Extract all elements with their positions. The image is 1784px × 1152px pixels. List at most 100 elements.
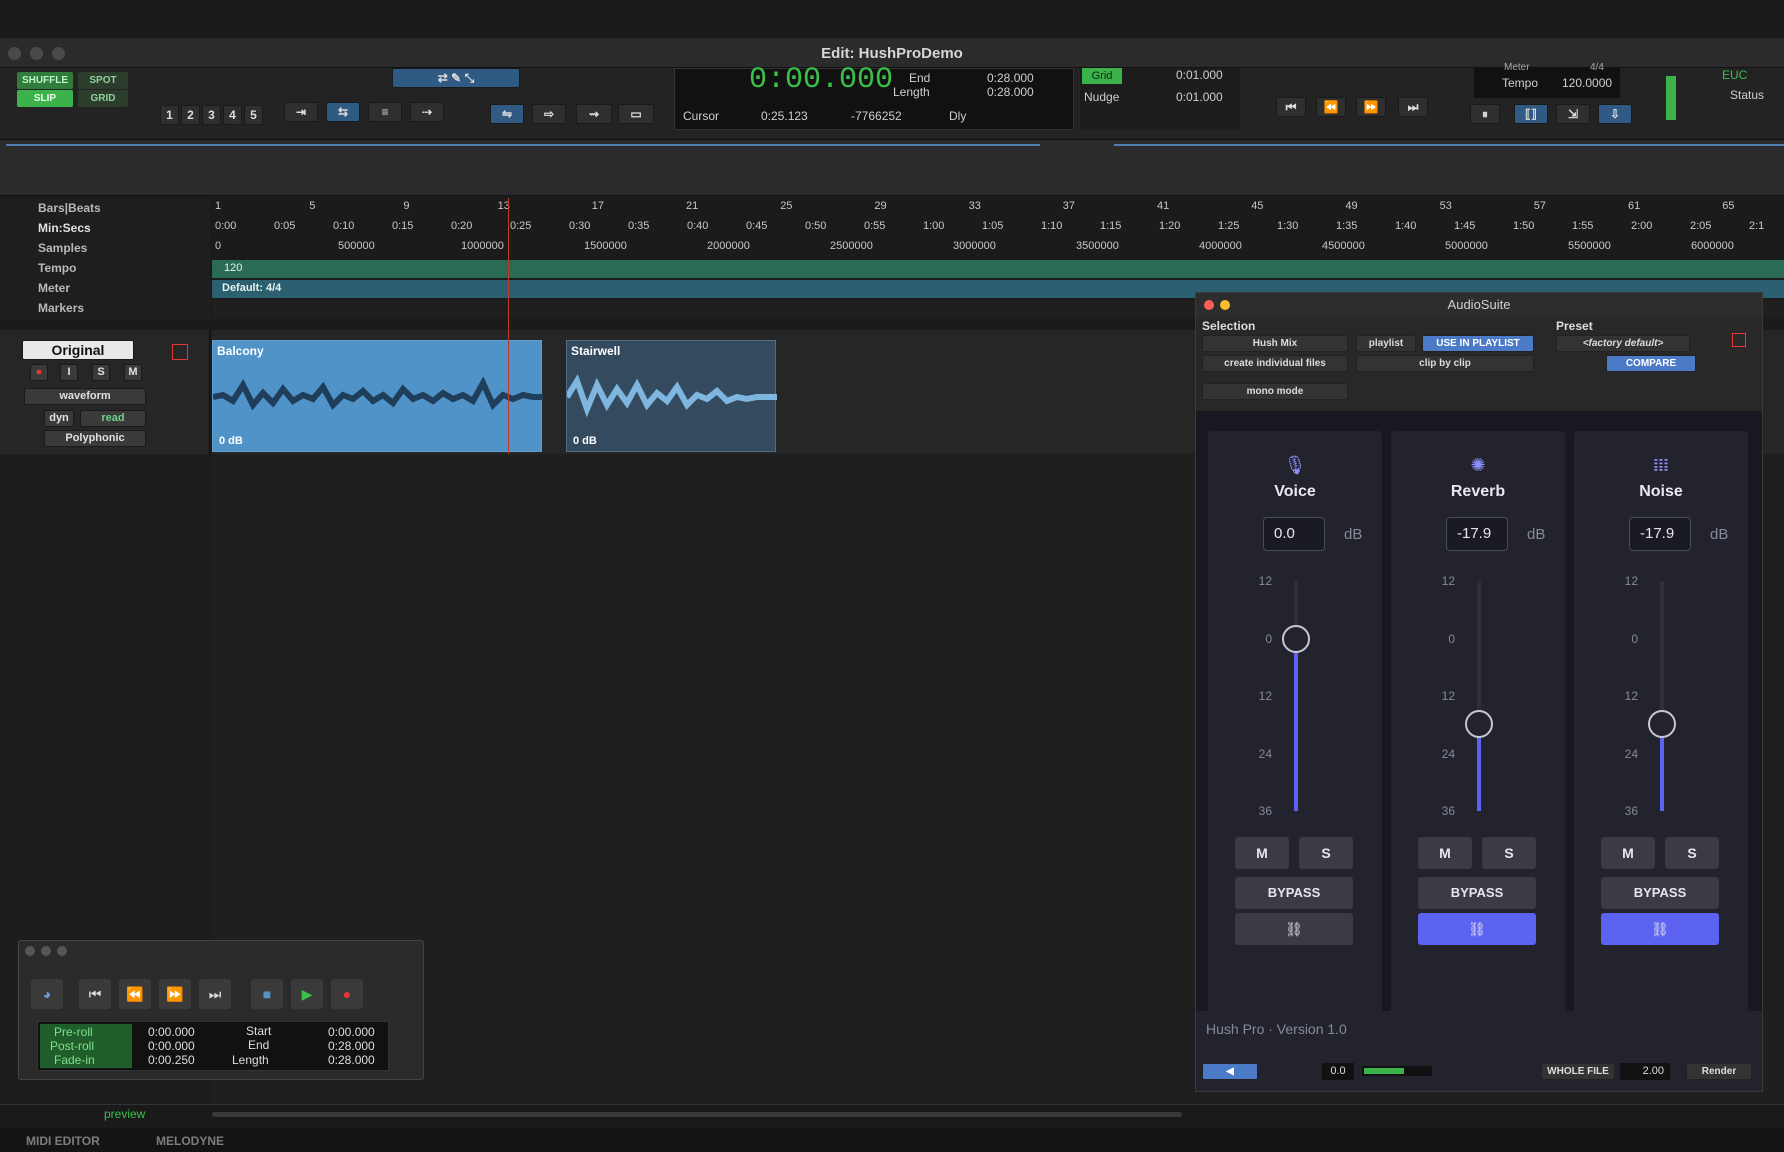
band-solo-button[interactable]: S: [1665, 837, 1719, 869]
input-monitor-button[interactable]: I: [60, 364, 78, 381]
band-bypass-button[interactable]: BYPASS: [1235, 877, 1353, 909]
tempo-value[interactable]: 120.0000: [1562, 76, 1612, 90]
plugin-selector[interactable]: Hush Mix: [1202, 335, 1348, 352]
meter-event[interactable]: Default: 4/4: [222, 282, 281, 294]
horizontal-scrollbar[interactable]: [212, 1112, 1182, 1117]
band-bypass-button[interactable]: BYPASS: [1418, 877, 1536, 909]
transport-rewind-button[interactable]: ⏪: [119, 979, 151, 1009]
grid-value[interactable]: 0:01.000: [1176, 68, 1223, 82]
preset-selector[interactable]: <factory default>: [1556, 335, 1690, 352]
band-solo-button[interactable]: S: [1482, 837, 1536, 869]
nudge-value[interactable]: 0:01.000: [1176, 90, 1223, 104]
transport-end-button[interactable]: ⏭: [199, 979, 231, 1009]
band-mute-button[interactable]: M: [1601, 837, 1655, 869]
rewind-button[interactable]: ⏪: [1316, 97, 1346, 117]
zoom-preset-3[interactable]: 3: [202, 105, 221, 125]
solo-button[interactable]: S: [92, 364, 110, 381]
online-button[interactable]: ◕: [31, 979, 63, 1009]
clip-balcony[interactable]: Balcony 0 dB: [212, 340, 543, 452]
automation-mode-selector[interactable]: read: [80, 410, 146, 427]
elastic-audio-selector[interactable]: Polyphonic: [44, 430, 146, 447]
zoom-preset-4[interactable]: 4: [223, 105, 242, 125]
transport-rtz-button[interactable]: ⏮: [79, 979, 111, 1009]
whole-file-selector[interactable]: WHOLE FILE: [1541, 1063, 1615, 1080]
main-counter-value[interactable]: 0:00.000: [749, 63, 893, 97]
band-mute-button[interactable]: M: [1235, 837, 1289, 869]
target-button[interactable]: [1732, 333, 1746, 347]
end-value[interactable]: 0:28.000: [328, 1039, 375, 1053]
compare-button[interactable]: COMPARE: [1606, 355, 1696, 372]
use-in-playlist-button[interactable]: USE IN PLAYLIST: [1422, 335, 1534, 352]
tab-midi-editor[interactable]: MIDI EDITOR: [26, 1131, 100, 1151]
clip-gain[interactable]: 0 dB: [573, 435, 597, 447]
bars-beats-ruler[interactable]: 1 5 9 13 17 21 25 29 33 37 41 45 49 53 57 61 65: [212, 198, 1784, 216]
length-value[interactable]: 0:28.000: [328, 1053, 375, 1067]
processing-mode-selector[interactable]: clip by clip: [1356, 355, 1534, 372]
preroll-value[interactable]: 0:00.000: [148, 1025, 195, 1039]
end-value[interactable]: 0:28.000: [987, 71, 1034, 85]
postroll-value[interactable]: 0:00.000: [148, 1039, 195, 1053]
smart-tool-button[interactable]: ⇋: [490, 104, 524, 124]
band-fader-knob[interactable]: [1465, 710, 1493, 739]
dyn-button[interactable]: dyn: [44, 410, 74, 427]
click-button[interactable]: ⟦⟧: [1514, 104, 1548, 124]
band-link-button[interactable]: ⛓: [1418, 913, 1536, 945]
track-name[interactable]: Original: [22, 340, 134, 360]
band-fader-knob[interactable]: [1282, 624, 1310, 653]
tab-melodyne[interactable]: MELODYNE: [156, 1131, 224, 1151]
tempo-event[interactable]: 120: [224, 262, 242, 274]
shuffle-mode-button[interactable]: SHUFFLE: [17, 72, 73, 89]
band-level-field[interactable]: 0.0: [1263, 517, 1325, 551]
band-level-field[interactable]: -17.9: [1446, 517, 1508, 551]
tempo-ruler-lane[interactable]: 120: [212, 260, 1784, 278]
transport-play-button[interactable]: ▶: [291, 979, 323, 1009]
band-solo-button[interactable]: S: [1299, 837, 1353, 869]
length-value[interactable]: 0:28.000: [987, 85, 1034, 99]
zoom-transport-button[interactable]: [57, 946, 67, 956]
render-button[interactable]: Render: [1686, 1063, 1752, 1080]
universe-strip[interactable]: [0, 140, 1784, 196]
midi-merge-button[interactable]: ⇩: [1598, 104, 1632, 124]
loop-button[interactable]: ⏸: [1470, 104, 1500, 124]
go-to-end-button[interactable]: ⏭: [1398, 97, 1428, 117]
slip-mode-button[interactable]: SLIP: [17, 90, 73, 107]
band-mute-button[interactable]: M: [1418, 837, 1472, 869]
handle-length-field[interactable]: 2.00: [1620, 1063, 1670, 1080]
zoom-preset-2[interactable]: 2: [181, 105, 200, 125]
link-track-edit-button[interactable]: ≡: [368, 102, 402, 122]
close-transport-button[interactable]: [25, 946, 35, 956]
link-timeline-button[interactable]: ⇆: [326, 102, 360, 122]
band-level-field[interactable]: -17.9: [1629, 517, 1691, 551]
band-bypass-button[interactable]: BYPASS: [1601, 877, 1719, 909]
selection-reference-selector[interactable]: playlist: [1356, 335, 1416, 352]
tab-to-transient-button[interactable]: ⇥: [284, 102, 318, 122]
transport-ff-button[interactable]: ⏩: [159, 979, 191, 1009]
spot-mode-button[interactable]: SPOT: [78, 72, 128, 89]
scrub-tool-button[interactable]: ⇨: [532, 104, 566, 124]
file-mode-selector[interactable]: create individual files: [1202, 355, 1348, 372]
insertion-follows-playback-button[interactable]: ⇢: [410, 102, 444, 122]
fast-forward-button[interactable]: ⏩: [1356, 97, 1386, 117]
pencil-tool-button[interactable]: ⇝: [576, 104, 612, 124]
close-plugin-button[interactable]: [1204, 300, 1214, 310]
mute-button[interactable]: M: [124, 364, 142, 381]
grid-mode-button[interactable]: GRID: [78, 90, 128, 107]
countoff-button[interactable]: ⇲: [1556, 104, 1590, 124]
transport-record-button[interactable]: ●: [331, 979, 363, 1009]
preview-button[interactable]: ◀: [1202, 1063, 1258, 1080]
meter-value[interactable]: 4/4: [1590, 62, 1604, 73]
band-link-button[interactable]: ⛓: [1601, 913, 1719, 945]
band-link-button[interactable]: ⛓: [1235, 913, 1353, 945]
samples-ruler[interactable]: 0 500000 1000000 1500000 2000000 2500000 30000…: [212, 238, 1784, 256]
minimize-plugin-button[interactable]: [1220, 300, 1230, 310]
zoom-preset-5[interactable]: 5: [244, 105, 263, 125]
channel-mode-selector[interactable]: mono mode: [1202, 383, 1348, 400]
transport-stop-button[interactable]: ■: [251, 979, 283, 1009]
grid-label[interactable]: Grid: [1082, 68, 1122, 84]
minimize-transport-button[interactable]: [41, 946, 51, 956]
clip-gain[interactable]: 0 dB: [219, 435, 243, 447]
fadein-value[interactable]: 0:00.250: [148, 1053, 195, 1067]
band-fader-knob[interactable]: [1648, 710, 1676, 739]
minsecs-ruler[interactable]: 0:00 0:05 0:10 0:15 0:20 0:25 0:30 0:35 0:40 0:45…: [212, 218, 1784, 236]
playlist-button[interactable]: [172, 344, 188, 360]
